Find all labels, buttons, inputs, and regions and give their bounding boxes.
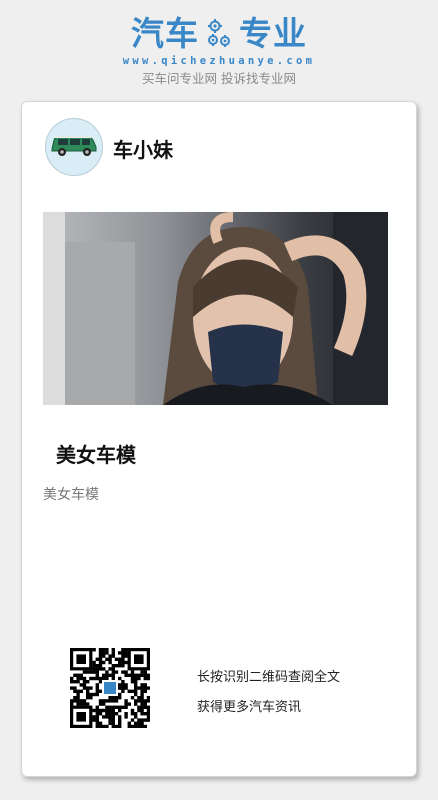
qr-caption-line2: 获得更多汽车资讯 <box>197 700 302 715</box>
avatar[interactable] <box>45 118 103 176</box>
site-url[interactable]: www.qichezhuanye.com <box>0 55 438 67</box>
qr-code-icon[interactable] <box>70 648 151 729</box>
qr-caption-line1: 长按识别二维码查阅全文 <box>197 670 341 685</box>
brand-right: 专业 <box>239 14 307 53</box>
gears-icon <box>205 17 233 51</box>
logo: 汽车 专业 <box>0 14 438 54</box>
brand-left: 汽车 <box>131 14 199 53</box>
qr-caption: 长按识别二维码查阅全文 获得更多汽车资讯 <box>197 663 340 723</box>
article-description: 美女车模 <box>43 487 99 503</box>
article-title: 美女车模 <box>56 443 136 467</box>
article-card: 车小妹 美女车模 美女车模 长按识别二维码查阅全文 获得更多汽车资讯 <box>21 101 417 777</box>
site-slogan: 买车问专业网 投诉找专业网 <box>142 71 296 86</box>
article-image[interactable] <box>43 212 388 405</box>
author-name: 车小妹 <box>113 138 173 162</box>
site-header: 汽车 专业 www.qichezhuanye.com 买车问专业网 投诉找专业网 <box>0 14 438 87</box>
car-icon <box>49 132 99 162</box>
